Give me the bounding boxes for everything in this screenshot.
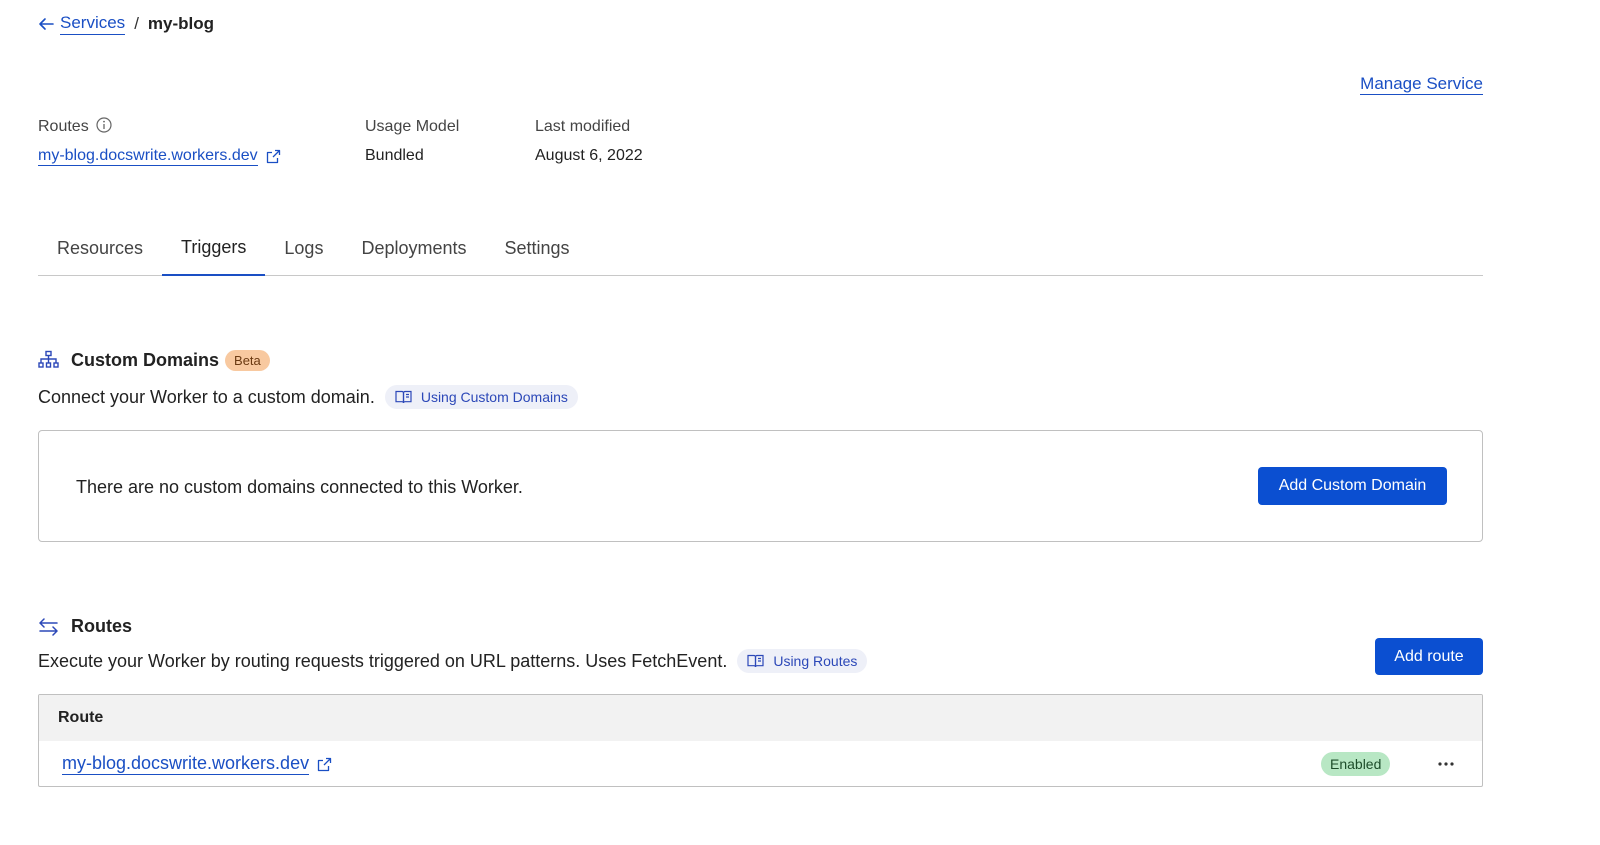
tab-deployments[interactable]: Deployments (342, 228, 485, 276)
book-icon (747, 654, 764, 668)
custom-domains-panel: There are no custom domains connected to… (38, 430, 1483, 542)
breadcrumb: Services / my-blog (38, 12, 214, 36)
usage-model-meta: Usage Model Bundled (365, 117, 459, 166)
last-modified-meta: Last modified August 6, 2022 (535, 117, 643, 166)
add-route-button[interactable]: Add route (1375, 638, 1483, 675)
custom-domains-empty-state: There are no custom domains connected to… (76, 477, 523, 497)
routes-table: Route my-blog.docswrite.workers.dev Enab… (38, 694, 1483, 787)
routes-description-row: Execute your Worker by routing requests … (38, 649, 868, 673)
routes-heading: Routes (38, 616, 132, 637)
custom-domains-title: Custom Domains (71, 350, 220, 370)
external-link-icon[interactable] (317, 757, 332, 772)
routes-title: Routes (71, 616, 133, 636)
tab-triggers[interactable]: Triggers (162, 228, 266, 276)
custom-domains-description: Connect your Worker to a custom domain. (38, 386, 375, 407)
custom-domains-description-row: Connect your Worker to a custom domain. … (38, 385, 578, 409)
using-routes-link[interactable]: Using Routes (737, 649, 868, 673)
tab-resources[interactable]: Resources (38, 228, 162, 276)
tab-settings[interactable]: Settings (486, 228, 589, 276)
breadcrumb-services[interactable]: Services (60, 13, 126, 35)
swap-arrows-icon (38, 617, 59, 636)
last-modified-value: August 6, 2022 (535, 147, 643, 164)
more-horizontal-icon[interactable] (1433, 751, 1459, 777)
using-custom-domains-link[interactable]: Using Custom Domains (384, 385, 578, 409)
external-link-icon[interactable] (266, 149, 281, 164)
table-header: Route (39, 695, 1482, 741)
beta-badge: Beta (225, 350, 270, 371)
book-icon (395, 390, 412, 404)
usage-model-value: Bundled (365, 147, 424, 164)
table-row: my-blog.docswrite.workers.dev Enabled (39, 741, 1482, 786)
custom-domains-heading: Custom Domains Beta (38, 350, 270, 371)
routes-label: Routes (38, 118, 89, 135)
routes-value-link[interactable]: my-blog.docswrite.workers.dev (38, 147, 258, 166)
using-custom-domains-label[interactable]: Using Custom Domains (421, 389, 568, 405)
add-custom-domain-button[interactable]: Add Custom Domain (1258, 467, 1447, 505)
usage-model-label: Usage Model (365, 118, 460, 135)
last-modified-label: Last modified (535, 118, 631, 135)
manage-service-link[interactable]: Manage Service (1360, 74, 1483, 95)
using-routes-label[interactable]: Using Routes (773, 653, 857, 669)
status-badge: Enabled (1321, 752, 1391, 776)
routes-meta: Routes my-blog.docswrite.workers.dev (38, 116, 281, 166)
arrow-left-icon (39, 18, 54, 30)
back-to-services-link[interactable]: Services (38, 13, 126, 35)
info-icon[interactable] (96, 116, 112, 138)
route-cell: my-blog.docswrite.workers.dev (62, 753, 332, 775)
routes-description: Execute your Worker by routing requests … (38, 650, 728, 671)
sitemap-icon (38, 350, 59, 371)
tab-logs[interactable]: Logs (265, 228, 342, 276)
page: Services / my-blog Manage Service Routes… (0, 0, 1600, 845)
breadcrumb-current: my-blog (147, 14, 215, 33)
breadcrumb-separator: / (134, 14, 139, 33)
route-column-header: Route (58, 709, 104, 726)
route-link[interactable]: my-blog.docswrite.workers.dev (62, 753, 310, 775)
tab-bar: Resources Triggers Logs Deployments Sett… (38, 228, 1483, 276)
